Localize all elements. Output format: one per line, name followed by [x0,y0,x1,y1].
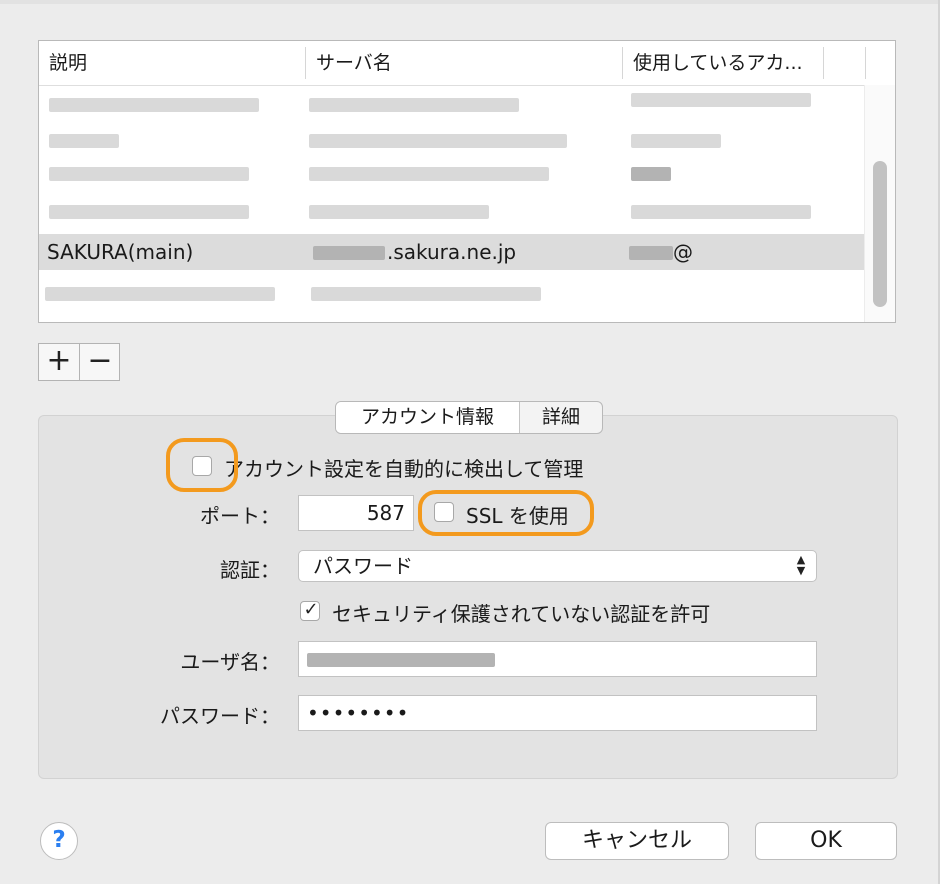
port-field[interactable]: 587 [298,495,414,531]
ok-button[interactable]: OK [755,822,897,860]
table-header: 説明 サーバ名 使用しているアカ... [39,41,895,86]
column-separator [823,47,824,79]
smtp-server-table[interactable]: 説明 サーバ名 使用しているアカ... SAKURA(main) .sakura… [38,40,896,323]
remove-server-button[interactable]: − [80,344,120,380]
table-scrollbar[interactable] [864,85,895,322]
blurred-cell [309,205,489,219]
blurred-cell [49,167,249,181]
table-row[interactable] [39,87,865,123]
table-row[interactable] [39,275,865,311]
row-account: @ [673,240,693,264]
username-label: ユーザ名： [180,650,280,674]
port-label: ポート： [200,504,280,528]
up-down-chevron-icon: ▲ ▼ [796,553,806,577]
blurred-cell [309,167,549,181]
tab-details[interactable]: 詳細 [520,402,602,433]
auth-value: パスワード [313,554,413,578]
allow-insecure-auth-label: セキュリティ保護されていない認証を許可 [332,602,711,626]
blurred-cell [631,134,721,148]
table-row[interactable] [39,159,865,195]
blurred-cell [49,205,249,219]
blurred-cell [45,287,275,301]
table-row-selected[interactable]: SAKURA(main) .sakura.ne.jp @ [39,234,865,270]
add-remove-control: + − [38,343,120,381]
row-server: .sakura.ne.jp [387,240,517,264]
password-field[interactable]: •••••••• [298,695,817,731]
password-label: パスワード： [160,704,280,728]
add-server-button[interactable]: + [39,344,79,380]
column-header-description[interactable]: 説明 [39,41,305,85]
tab-segmented-control: アカウント情報 詳細 [335,401,603,434]
table-row[interactable] [39,191,865,227]
blurred-cell [631,93,811,107]
blurred-cell [631,205,811,219]
window-top-edge [0,0,940,4]
blurred-cell [313,246,385,260]
blurred-cell [309,134,567,148]
tab-account-info[interactable]: アカウント情報 [336,402,519,433]
auth-popup[interactable]: パスワード ▲ ▼ [298,550,817,582]
password-value: •••••••• [307,701,410,725]
blurred-username [307,653,495,667]
allow-insecure-auth-checkbox[interactable]: ✓ [300,599,320,621]
help-icon[interactable]: ? [40,822,78,860]
orange-highlight-checkbox [166,438,238,492]
blurred-cell [49,134,119,148]
checkmark-icon: ✓ [303,599,319,620]
table-row[interactable] [39,123,865,159]
column-header-server[interactable]: サーバ名 [306,41,622,85]
column-separator [865,47,866,79]
scrollbar-thumb[interactable] [873,161,887,307]
blurred-cell [631,167,671,181]
port-value: 587 [366,501,405,525]
column-header-account[interactable]: 使用しているアカ... [623,41,823,85]
username-field[interactable] [298,641,817,677]
orange-highlight-ssl [418,490,594,536]
blurred-cell [311,287,541,301]
auth-label: 認証： [220,558,280,582]
blurred-cell [309,98,519,112]
blurred-cell [629,246,673,260]
cancel-button[interactable]: キャンセル [545,822,729,860]
auto-manage-label: アカウント設定を自動的に検出して管理 [224,457,584,481]
blurred-cell [49,98,259,112]
row-description: SAKURA(main) [47,240,194,264]
